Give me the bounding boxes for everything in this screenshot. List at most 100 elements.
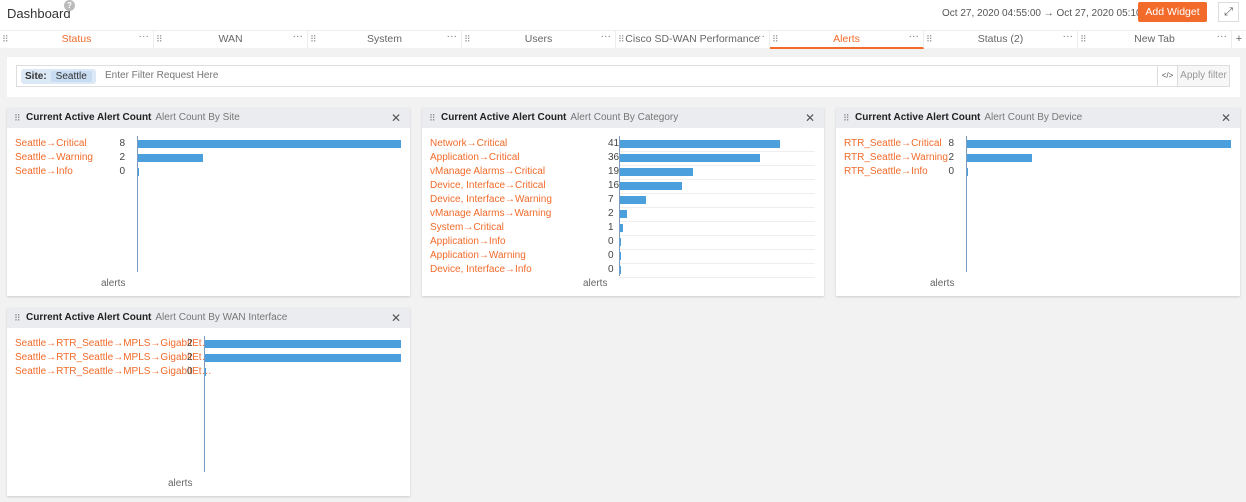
filter-field[interactable]: Site:Seattle </> Apply filter bbox=[16, 65, 1230, 87]
code-icon[interactable]: </> bbox=[1157, 66, 1177, 86]
drag-handle-icon[interactable]: ⠿ bbox=[1080, 31, 1087, 48]
tab-wan[interactable]: ⠿ WAN ··· bbox=[154, 28, 308, 49]
bar-row[interactable]: Seattle→Critical 8 bbox=[7, 137, 410, 151]
tab-users[interactable]: ⠿ Users ··· bbox=[462, 28, 616, 49]
bar-label[interactable]: Seattle→Info bbox=[15, 165, 73, 179]
top-bar: Dashboard ? Oct 27, 2020 04:55:00 → Oct … bbox=[0, 0, 1246, 30]
filter-value: Seattle bbox=[50, 71, 92, 82]
widget-header[interactable]: ⠿ Current Active Alert Count Alert Count B… bbox=[836, 108, 1240, 128]
close-icon[interactable]: ✕ bbox=[391, 308, 401, 328]
tab-menu-icon[interactable]: ··· bbox=[139, 28, 150, 45]
filter-input[interactable] bbox=[105, 70, 705, 81]
bar[interactable] bbox=[619, 168, 694, 176]
drag-handle-icon[interactable]: ⠿ bbox=[618, 31, 625, 48]
bar-label[interactable]: Application→Critical bbox=[430, 151, 519, 165]
drag-handle-icon[interactable]: ⠿ bbox=[464, 31, 471, 48]
bar-row[interactable]: Device, Interface→Critical 16 bbox=[422, 179, 824, 193]
tab-menu-icon[interactable]: ··· bbox=[601, 28, 612, 45]
tab-status[interactable]: ⠿ Status ··· bbox=[0, 28, 154, 49]
widget-subtitle: Alert Count By WAN Interface bbox=[155, 312, 288, 323]
bar-row[interactable]: Network→Critical 41 bbox=[422, 137, 824, 151]
bar-row[interactable]: Seattle→Warning 2 bbox=[7, 151, 410, 165]
bar-label[interactable]: vManage Alarms→Critical bbox=[430, 165, 545, 179]
help-icon[interactable]: ? bbox=[64, 0, 75, 11]
bar-label[interactable]: RTR_Seattle→Warning bbox=[844, 151, 948, 165]
bar-label[interactable]: Device, Interface→Warning bbox=[430, 193, 552, 207]
drag-handle-icon[interactable]: ⠿ bbox=[772, 31, 779, 48]
bar-label[interactable]: vManage Alarms→Warning bbox=[430, 207, 551, 221]
tab-new-tab[interactable]: ⠿ New Tab ··· bbox=[1078, 28, 1232, 49]
bar-label[interactable]: Application→Warning bbox=[430, 249, 526, 263]
bar[interactable] bbox=[204, 354, 401, 362]
bar-label[interactable]: RTR_Seattle→Info bbox=[844, 165, 928, 179]
apply-filter-button[interactable]: Apply filter bbox=[1177, 66, 1229, 86]
bar-row[interactable]: Application→Critical 36 bbox=[422, 151, 824, 165]
bar-row[interactable]: RTR_Seattle→Warning 2 bbox=[836, 151, 1240, 165]
bar-row[interactable]: Seattle→RTR_Seattle→MPLS→GigabitEt… 2 bbox=[7, 351, 410, 365]
bar[interactable] bbox=[137, 154, 203, 162]
drag-handle-icon[interactable]: ⠿ bbox=[14, 308, 21, 328]
bar-label[interactable]: Seattle→RTR_Seattle→MPLS→GigabitEt… bbox=[15, 365, 212, 379]
widget-header[interactable]: ⠿ Current Active Alert Count Alert Count B… bbox=[7, 108, 410, 128]
bar[interactable] bbox=[966, 140, 1231, 148]
time-range[interactable]: Oct 27, 2020 04:55:00 → Oct 27, 2020 05:… bbox=[942, 8, 1156, 19]
drag-handle-icon[interactable]: ⠿ bbox=[926, 31, 933, 48]
bar[interactable] bbox=[619, 182, 682, 190]
bar-label[interactable]: Device, Interface→Critical bbox=[430, 179, 546, 193]
bar[interactable] bbox=[966, 154, 1033, 162]
bar-row[interactable]: RTR_Seattle→Critical 8 bbox=[836, 137, 1240, 151]
bar-label[interactable]: Seattle→RTR_Seattle→MPLS→GigabitEt… bbox=[15, 351, 212, 365]
tab-alerts[interactable]: ⠿ Alerts ··· bbox=[770, 28, 924, 49]
tab-menu-icon[interactable]: ··· bbox=[293, 28, 304, 45]
bar-row[interactable]: Seattle→RTR_Seattle→MPLS→GigabitEt… 0 bbox=[7, 365, 410, 379]
bar-label[interactable]: System→Critical bbox=[430, 221, 504, 235]
bar[interactable] bbox=[204, 340, 401, 348]
tab-menu-icon[interactable]: ··· bbox=[755, 28, 766, 45]
bar-label[interactable]: Application→Info bbox=[430, 235, 506, 249]
bar-label[interactable]: Seattle→Critical bbox=[15, 137, 87, 151]
bar-label[interactable]: Seattle→RTR_Seattle→MPLS→GigabitEt… bbox=[15, 337, 212, 351]
bar[interactable] bbox=[619, 154, 761, 162]
bar-row[interactable]: vManage Alarms→Critical 19 bbox=[422, 165, 824, 179]
filter-chip-site[interactable]: Site: Seattle bbox=[21, 69, 96, 84]
drag-handle-icon[interactable]: ⠿ bbox=[310, 31, 317, 48]
fullscreen-icon[interactable]: ⤢ bbox=[1218, 2, 1239, 22]
drag-handle-icon[interactable]: ⠿ bbox=[14, 108, 21, 128]
bar-row[interactable]: RTR_Seattle→Info 0 bbox=[836, 165, 1240, 179]
tab-menu-icon[interactable]: ··· bbox=[909, 28, 920, 45]
widget-header[interactable]: ⠿ Current Active Alert Count Alert Count B… bbox=[7, 308, 410, 328]
bar[interactable] bbox=[619, 210, 627, 218]
bar-label[interactable]: Device, Interface→Info bbox=[430, 263, 532, 277]
tab-menu-icon[interactable]: ··· bbox=[1063, 28, 1074, 45]
close-icon[interactable]: ✕ bbox=[1221, 108, 1231, 128]
drag-handle-icon[interactable]: ⠿ bbox=[2, 31, 9, 48]
tab-system[interactable]: ⠿ System ··· bbox=[308, 28, 462, 49]
add-tab-button[interactable]: + bbox=[1232, 31, 1246, 48]
bar[interactable] bbox=[137, 140, 401, 148]
bar-row[interactable]: vManage Alarms→Warning 2 bbox=[422, 207, 824, 221]
bar[interactable] bbox=[619, 196, 647, 204]
tab-menu-icon[interactable]: ··· bbox=[1217, 28, 1228, 45]
tab-menu-icon[interactable]: ··· bbox=[447, 28, 458, 45]
close-icon[interactable]: ✕ bbox=[391, 108, 401, 128]
add-widget-button[interactable]: Add Widget bbox=[1138, 2, 1207, 22]
close-icon[interactable]: ✕ bbox=[805, 108, 815, 128]
bar-label[interactable]: Seattle→Warning bbox=[15, 151, 93, 165]
widget-subtitle: Alert Count By Device bbox=[984, 112, 1083, 123]
bar-row[interactable]: Seattle→Info 0 bbox=[7, 165, 410, 179]
bar-row[interactable]: Device, Interface→Warning 7 bbox=[422, 193, 824, 207]
bar-row[interactable]: System→Critical 1 bbox=[422, 221, 824, 235]
widget-header[interactable]: ⠿ Current Active Alert Count Alert Count B… bbox=[422, 108, 824, 128]
bar[interactable] bbox=[619, 140, 780, 148]
bar-row[interactable]: Device, Interface→Info 0 bbox=[422, 263, 824, 277]
tab-cisco-sd-wan-performance[interactable]: ⠿ Cisco SD-WAN Performance ··· bbox=[616, 28, 770, 49]
drag-handle-icon[interactable]: ⠿ bbox=[843, 108, 850, 128]
drag-handle-icon[interactable]: ⠿ bbox=[156, 31, 163, 48]
bar-row[interactable]: Seattle→RTR_Seattle→MPLS→GigabitEt… 2 bbox=[7, 337, 410, 351]
tab-status-2-[interactable]: ⠿ Status (2) ··· bbox=[924, 28, 1078, 49]
bar-label[interactable]: Network→Critical bbox=[430, 137, 507, 151]
bar-label[interactable]: RTR_Seattle→Critical bbox=[844, 137, 942, 151]
drag-handle-icon[interactable]: ⠿ bbox=[429, 108, 436, 128]
bar-row[interactable]: Application→Info 0 bbox=[422, 235, 824, 249]
bar-row[interactable]: Application→Warning 0 bbox=[422, 249, 824, 263]
